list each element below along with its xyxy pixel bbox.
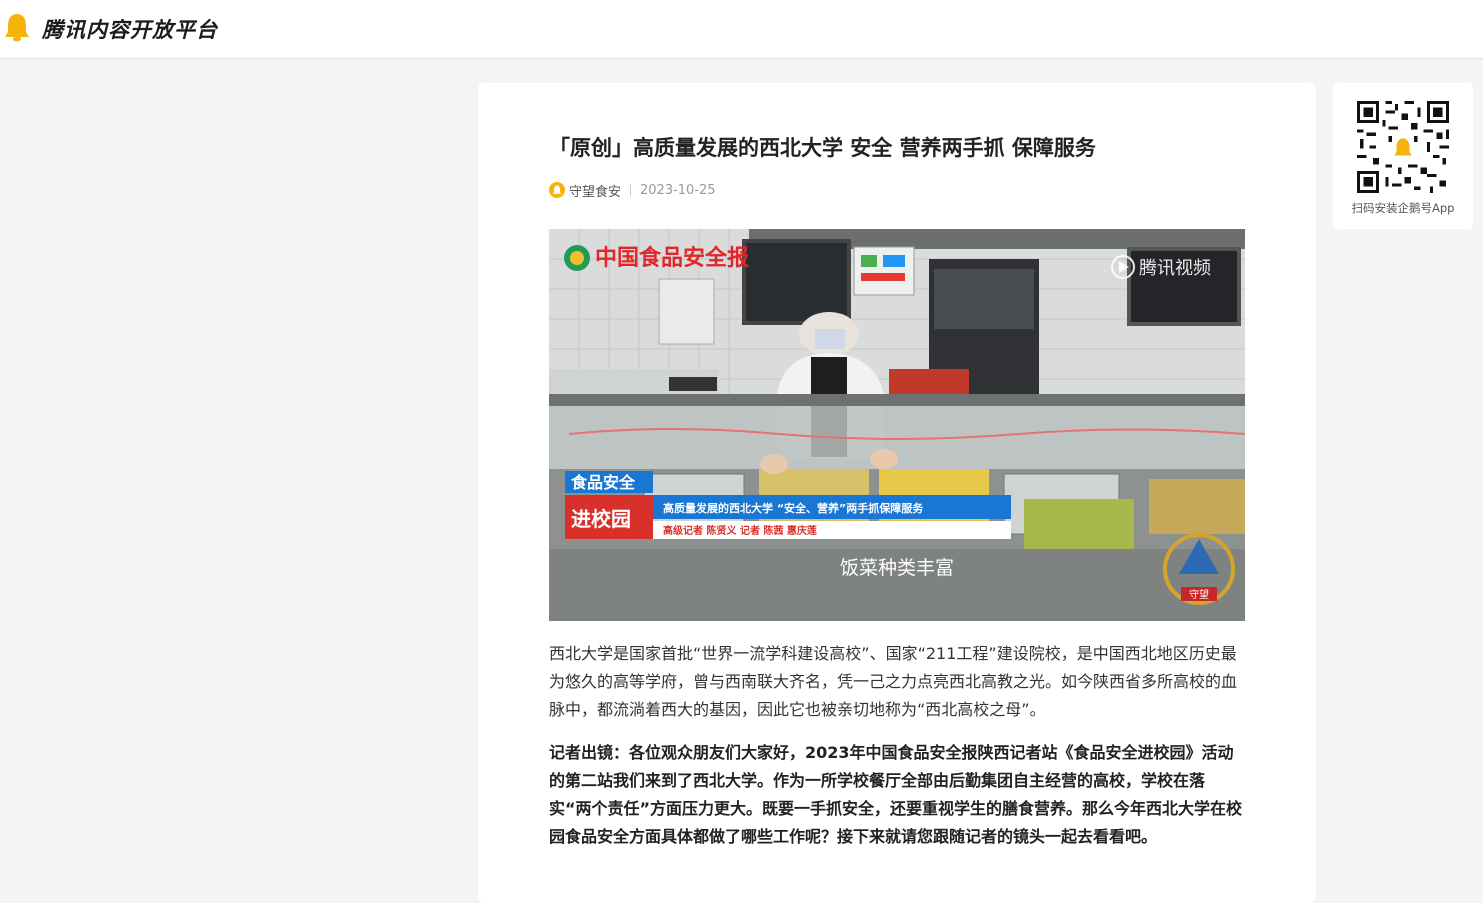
credits-text: 高级记者 陈贤义 记者 陈茜 惠庆莲 xyxy=(663,524,817,537)
top-bar: 腾讯内容开放平台 xyxy=(0,0,1483,59)
emblem-text: 守望 xyxy=(1189,588,1209,601)
platform-logo-text[interactable]: 腾讯内容开放平台 xyxy=(42,14,218,44)
article-meta: 守望食安 2023-10-25 xyxy=(549,180,716,200)
video-player[interactable]: 中国食品安全报 腾讯视频 食品安全 进校园 高质量发展的西北大学 “安全、营养”… xyxy=(549,229,1245,621)
article-paragraph-1: 西北大学是国家首批“世界一流学科建设高校”、国家“211工程”建设院校，是中国西… xyxy=(549,644,1238,719)
publish-date: 2023-10-25 xyxy=(640,182,716,198)
article-title: 「原创」高质量发展的西北大学 安全 营养两手抓 保障服务 xyxy=(549,136,1096,160)
qr-caption: 扫码安装企鹅号App xyxy=(1351,201,1455,215)
author-name[interactable]: 守望食安 xyxy=(569,181,621,200)
channel-logo-text: 中国食品安全报 xyxy=(595,245,749,271)
badge-bottom-text: 进校园 xyxy=(571,507,631,531)
meta-divider xyxy=(630,184,632,196)
badge-top-text: 食品安全 xyxy=(570,473,636,492)
penguin-bell-icon[interactable] xyxy=(4,12,30,42)
video-frame: 中国食品安全报 腾讯视频 食品安全 进校园 高质量发展的西北大学 “安全、营养”… xyxy=(549,229,1245,621)
author-avatar-icon[interactable] xyxy=(549,182,565,198)
article-paragraph-2: 记者出镜：各位观众朋友们大家好，2023年中国食品安全报陕西记者站《食品安全进校… xyxy=(549,743,1243,846)
headline-text: 高质量发展的西北大学 “安全、营养”两手抓保障服务 xyxy=(663,501,924,515)
svg-text:腾讯视频: 腾讯视频 xyxy=(1139,258,1211,278)
app-download-qr-box[interactable]: 扫码安装企鹅号App xyxy=(1333,83,1473,229)
video-subtitle: 饭菜种类丰富 xyxy=(840,557,954,579)
qr-code-icon xyxy=(1357,101,1449,193)
